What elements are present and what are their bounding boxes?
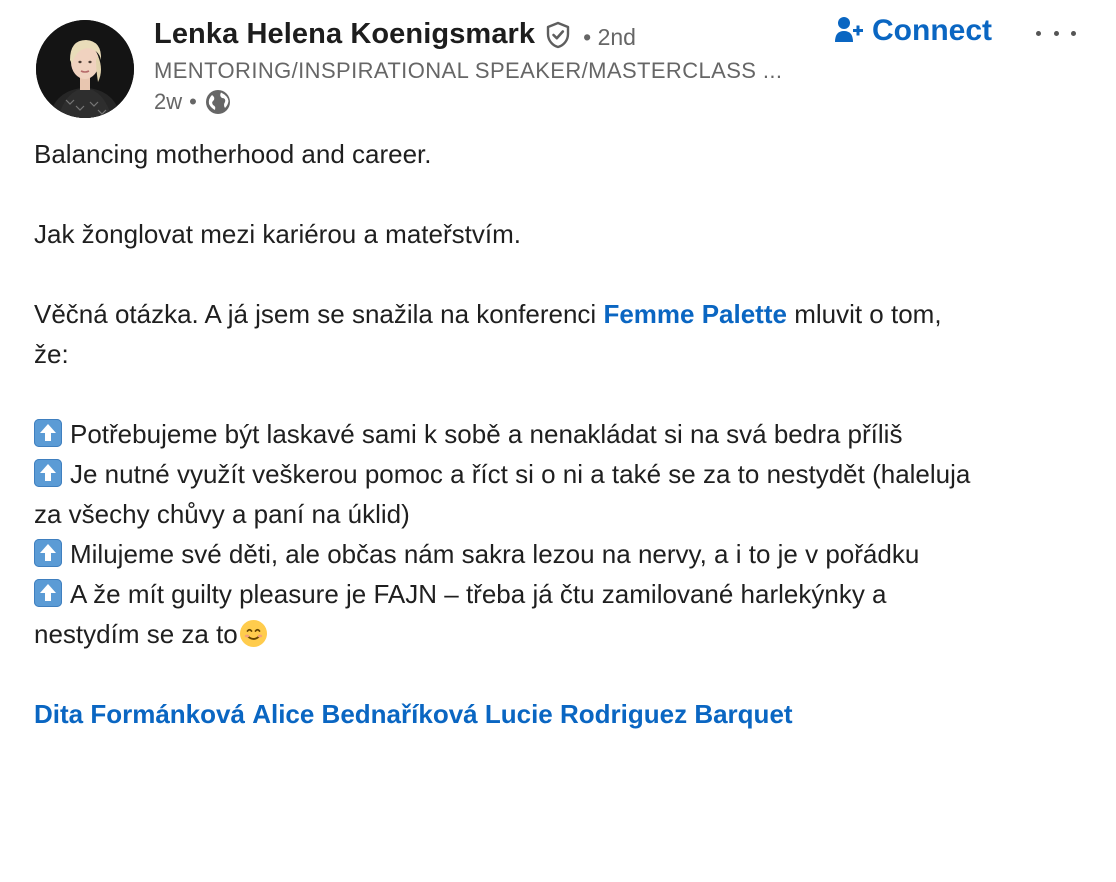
- more-dot: [1071, 30, 1076, 36]
- smiling-face-emoji-icon: [239, 620, 267, 647]
- post-text: Věčná otázka. A já jsem se snažila na ko…: [34, 299, 604, 329]
- post-text: mluvit o tom,: [786, 299, 942, 329]
- connect-button[interactable]: Connect: [834, 14, 992, 48]
- mentions-line: Dita Formánková Alice Bednaříková Lucie …: [34, 694, 1084, 734]
- globe-icon: [204, 88, 232, 116]
- bullet-continuation: za všechy chůvy a paní na úklid): [34, 499, 410, 529]
- more-options-icon[interactable]: [1036, 22, 1076, 44]
- up-arrow-emoji-icon: [34, 539, 62, 567]
- post-line: Věčná otázka. A já jsem se snažila na ko…: [34, 294, 1084, 334]
- mention-link[interactable]: Lucie Rodriguez Barquet: [485, 699, 793, 729]
- more-dot: [1036, 30, 1041, 36]
- author-headline: MENTORING/INSPIRATIONAL SPEAKER/MASTERCL…: [154, 58, 783, 83]
- bullet-text: Potřebujeme být laskavé sami k sobě a ne…: [70, 419, 903, 449]
- bullet-line: A že mít guilty pleasure je FAJN – třeba…: [34, 574, 1084, 614]
- up-arrow-emoji-icon: [34, 459, 62, 487]
- more-dot: [1053, 30, 1059, 36]
- author-name-line: Lenka Helena Koenigsmark • 2nd: [154, 18, 636, 51]
- post-line: Jak žonglovat mezi kariérou a mateřstvím…: [34, 219, 521, 249]
- meta-separator: •: [189, 89, 197, 114]
- author-avatar[interactable]: [36, 20, 134, 118]
- post-body: Balancing motherhood and career. Jak žon…: [34, 134, 1084, 734]
- post-line: Balancing motherhood and career.: [34, 139, 432, 169]
- mention-femme-palette[interactable]: Femme Palette: [603, 299, 787, 329]
- feed-post: Lenka Helena Koenigsmark • 2nd MENTORING…: [0, 0, 1116, 882]
- bullet-line: Je nutné využít veškerou pomoc a říct si…: [34, 454, 1084, 494]
- post-meta: 2w •: [154, 88, 232, 116]
- mention-link[interactable]: Alice Bednaříková: [252, 699, 477, 729]
- post-line: že:: [34, 339, 69, 369]
- connect-label: Connect: [872, 14, 992, 47]
- bullet-text: nestydím se za to: [34, 619, 238, 649]
- up-arrow-emoji-icon: [34, 579, 62, 607]
- verified-shield-icon: [543, 20, 573, 50]
- bullet-text: Milujeme své děti, ale občas nám sakra l…: [70, 539, 920, 569]
- author-name[interactable]: Lenka Helena Koenigsmark: [154, 18, 535, 51]
- bullet-line: Milujeme své děti, ale občas nám sakra l…: [34, 534, 1084, 574]
- post-time: 2w: [154, 89, 183, 114]
- add-person-icon: [834, 15, 864, 47]
- connection-degree: • 2nd: [583, 24, 636, 50]
- bullet-line: Potřebujeme být laskavé sami k sobě a ne…: [34, 414, 1084, 454]
- avatar-photo: [36, 20, 134, 118]
- up-arrow-emoji-icon: [34, 419, 62, 447]
- bullet-text: A že mít guilty pleasure je FAJN – třeba…: [70, 579, 887, 609]
- bullet-continuation: nestydím se za to: [34, 614, 1084, 654]
- bullet-text: Je nutné využít veškerou pomoc a říct si…: [70, 459, 971, 489]
- mention-link[interactable]: Dita Formánková: [34, 699, 245, 729]
